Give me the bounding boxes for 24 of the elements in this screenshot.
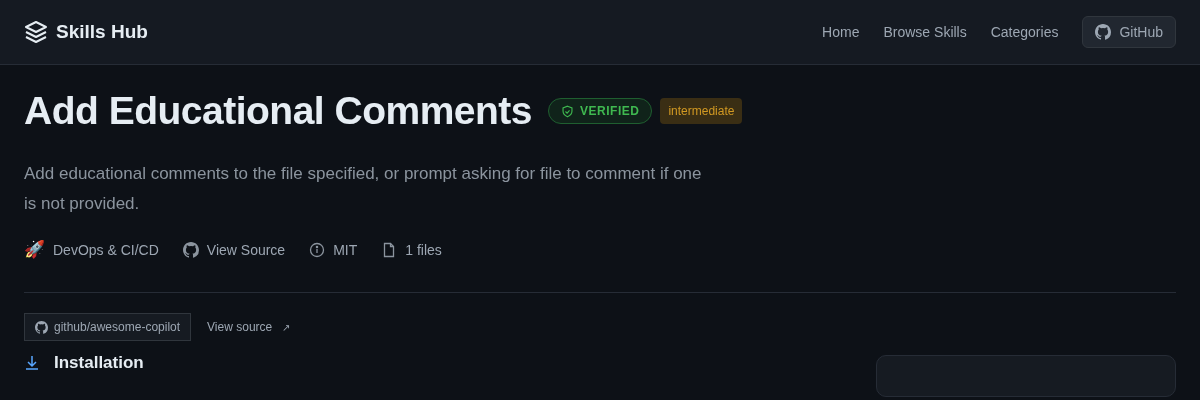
brand-name[interactable]: Skills Hub <box>56 21 148 43</box>
meta-label: DevOps & CI/CD <box>53 241 159 258</box>
rocket-icon: 🚀 <box>24 241 45 258</box>
layers-icon <box>24 20 48 44</box>
skill-title: Add Educational Comments <box>24 89 533 133</box>
github-icon <box>1095 24 1112 40</box>
repo-tag[interactable]: github/awesome-copilot <box>24 313 192 341</box>
github-icon <box>182 241 199 258</box>
github-button[interactable]: GitHub <box>1082 16 1176 48</box>
shield-check-icon <box>561 104 575 118</box>
view-source-link[interactable]: View source ↗ <box>207 320 291 334</box>
meta-label: MIT <box>333 241 358 258</box>
download-icon <box>24 355 40 371</box>
section-heading: Installation <box>54 353 144 373</box>
nav-link[interactable]: Categories <box>990 24 1059 40</box>
nav-link[interactable]: Home <box>822 24 860 40</box>
info-circle-icon <box>309 241 326 258</box>
nav-link[interactable]: Browse Skills <box>883 24 967 40</box>
verified-badge: VERIFIED <box>548 98 653 124</box>
github-icon <box>35 320 48 334</box>
meta-label: 1 files <box>405 241 442 258</box>
skill-description: Add educational comments to the file specified, or prompt asking for file to comment if one is not provided. <box>24 163 703 215</box>
view-source-link[interactable]: View Source <box>206 241 286 258</box>
difficulty-badge: intermediate <box>660 98 743 124</box>
